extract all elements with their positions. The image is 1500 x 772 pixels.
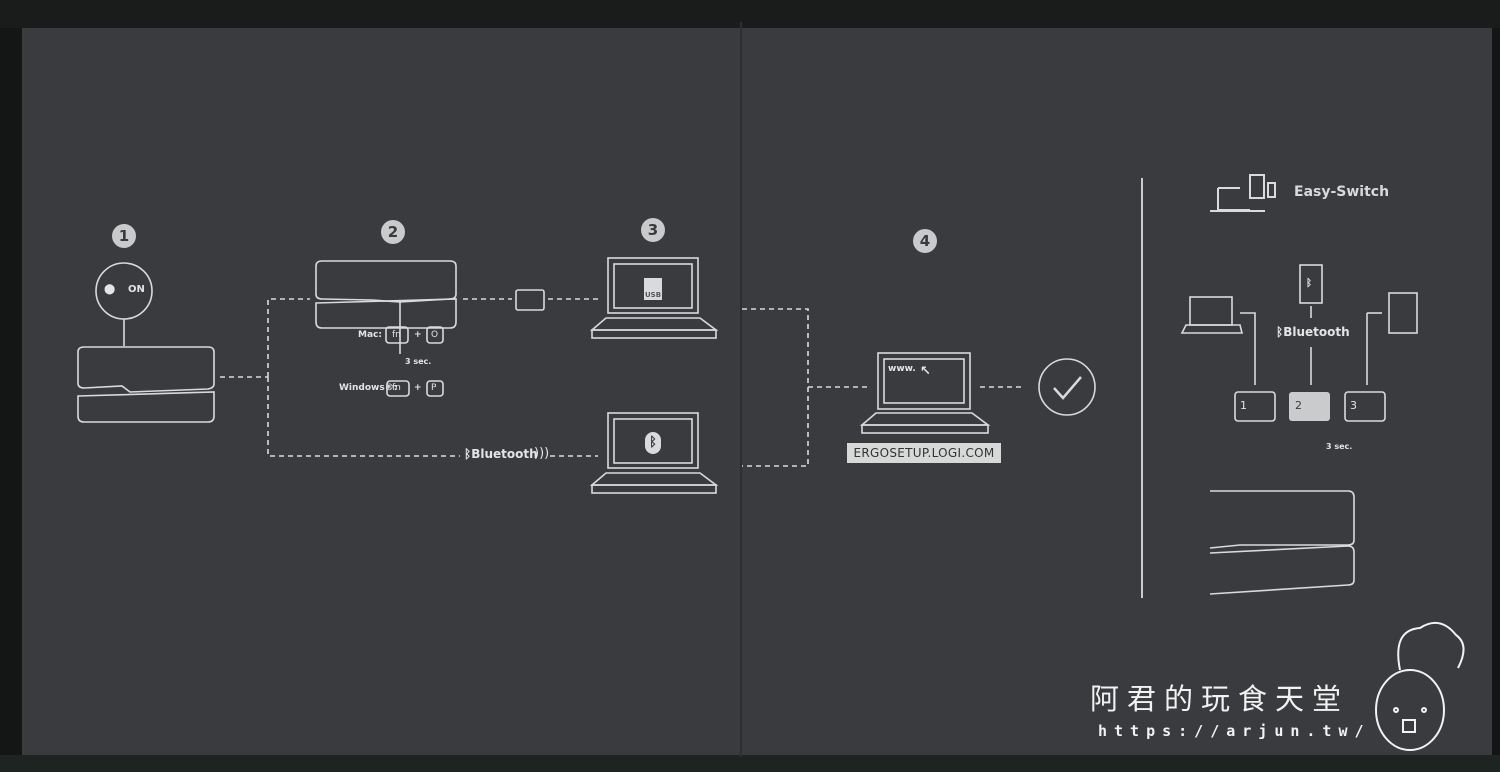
mac-label: Mac: xyxy=(358,330,382,340)
mac-o-label: O xyxy=(431,330,439,340)
chef-mascot xyxy=(1375,621,1465,751)
usb-screen-icon: USB xyxy=(644,278,662,300)
step-3-badge: 3 xyxy=(641,218,665,242)
bluetooth-label: ᛒBluetooth xyxy=(464,447,538,461)
es-hold-duration: 3 sec. xyxy=(1326,442,1353,451)
bluetooth-screen-icon: ᛒ xyxy=(645,432,661,454)
cursor-icon: ↖ xyxy=(920,364,931,379)
setup-url: ERGOSETUP.LOGI.COM xyxy=(847,443,1001,463)
keyboard-icon-easyswitch xyxy=(1209,490,1355,595)
browser-url-prefix: www. xyxy=(888,364,916,374)
switch-on-label: ON xyxy=(128,284,145,295)
bluetooth-text: Bluetooth xyxy=(1283,325,1350,339)
easy-switch-title: Easy-Switch xyxy=(1294,184,1390,200)
channel-2-label: 2 xyxy=(1295,399,1302,412)
watermark-url: https://arjun.tw/ xyxy=(1098,722,1371,740)
line-art xyxy=(77,174,1465,751)
channel-1-label: 1 xyxy=(1240,399,1247,412)
watermark-name: 阿君的玩食天堂 xyxy=(1090,682,1350,716)
es-tablet-icon xyxy=(1388,292,1418,334)
windows-label: Windows®: xyxy=(339,383,398,393)
wireless-signal-icon: ))) xyxy=(534,446,550,461)
phone-bluetooth-icon: ᛒ xyxy=(1306,278,1312,289)
power-switch-icon: ⬤ xyxy=(104,284,116,295)
hold-duration: 3 sec. xyxy=(405,357,432,366)
win-p-label: P xyxy=(431,383,437,393)
checkmark-icon xyxy=(1053,376,1082,400)
step-1-badge: 1 xyxy=(112,224,136,248)
channel-3-label: 3 xyxy=(1350,399,1357,412)
bluetooth-text: Bluetooth xyxy=(471,447,538,461)
check-circle xyxy=(1038,358,1096,416)
usb-dongle-icon xyxy=(515,289,545,311)
keyboard-icon-step1 xyxy=(77,346,215,423)
es-laptop-icon xyxy=(1180,296,1244,334)
es-bluetooth-label: ᛒBluetooth xyxy=(1276,325,1350,339)
easy-switch-icon xyxy=(1210,174,1276,212)
step-4-badge: 4 xyxy=(913,229,937,253)
step-2-badge: 2 xyxy=(381,220,405,244)
win-fn-label: fn xyxy=(392,383,401,393)
plus-sign: + xyxy=(414,330,422,340)
mac-fn-label: fn xyxy=(392,330,401,340)
plus-sign: + xyxy=(414,383,422,393)
